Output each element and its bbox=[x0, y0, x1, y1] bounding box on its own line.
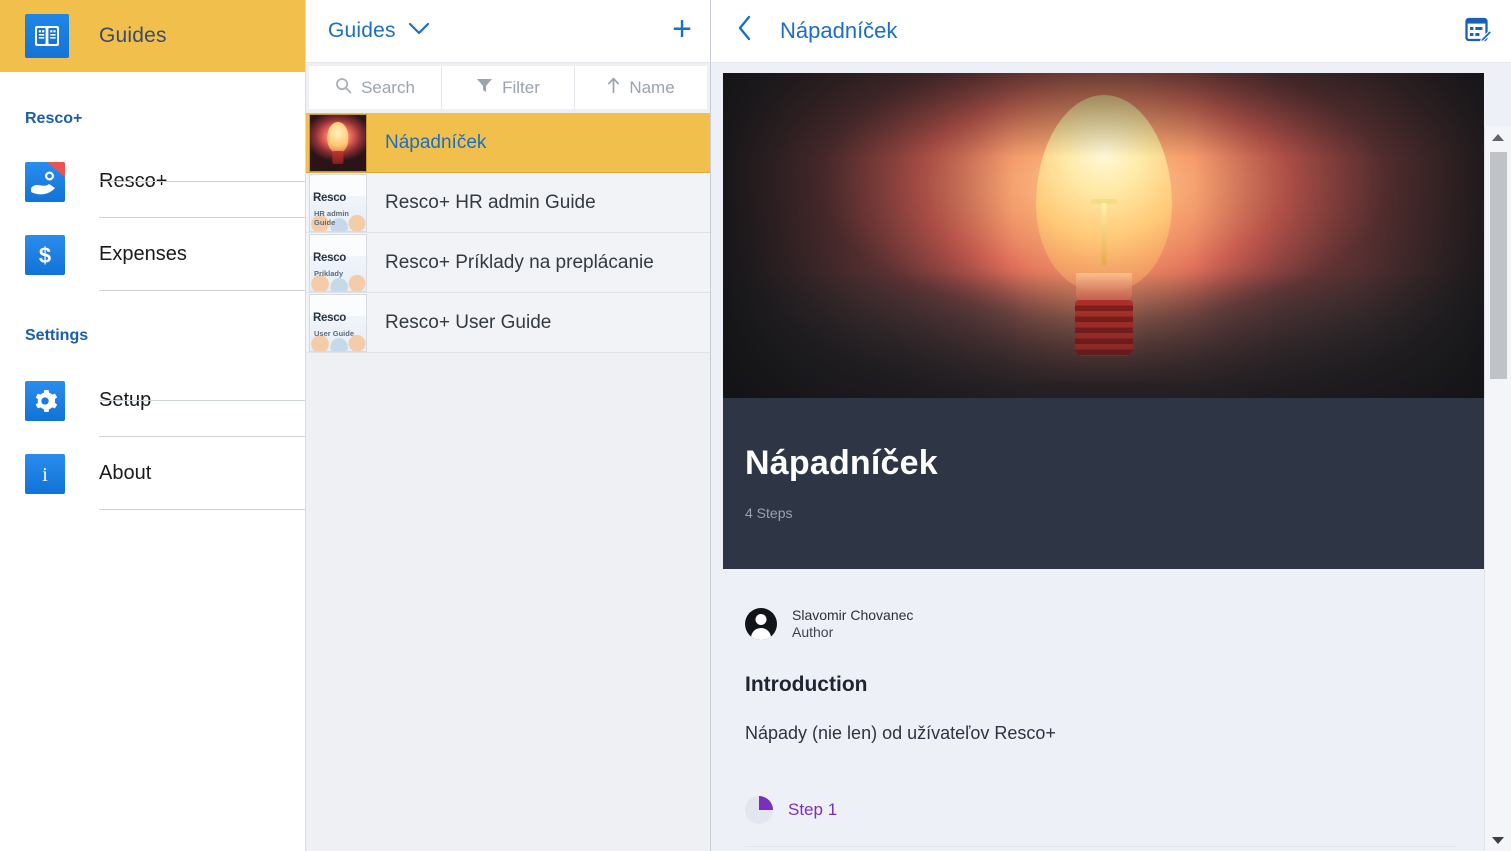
sidebar: Guides Resco+ Resco+ $ Expenses Settings… bbox=[0, 0, 306, 851]
list-item[interactable]: Resco Príklady Resco+ Príklady na preplá… bbox=[306, 233, 710, 293]
sidebar-item-about[interactable]: i About bbox=[0, 437, 305, 510]
search-label: Search bbox=[361, 77, 415, 97]
gear-icon bbox=[25, 380, 65, 421]
info-icon: i bbox=[25, 453, 65, 494]
sidebar-item-label: About bbox=[99, 437, 305, 510]
quarter-pie-icon bbox=[745, 796, 773, 824]
list-item[interactable]: Resco User Guide Resco+ User Guide bbox=[306, 293, 710, 353]
thumbnail-art: Resco HR admin Guide bbox=[310, 174, 366, 231]
sidebar-item-setup[interactable]: Setup bbox=[0, 364, 305, 437]
list-item[interactable]: Resco HR admin Guide Resco+ HR admin Gui… bbox=[306, 173, 710, 233]
sort-by-name-button[interactable]: Name bbox=[575, 66, 707, 109]
hero-vignette bbox=[723, 73, 1484, 398]
resco-thumbnail: Resco User Guide bbox=[309, 293, 367, 352]
user-avatar-icon bbox=[745, 608, 777, 640]
author-role: Author bbox=[792, 624, 834, 640]
bulb-glass bbox=[327, 122, 349, 153]
author-name: Slavomir Chovanec bbox=[792, 607, 914, 623]
edit-form-icon[interactable] bbox=[1463, 16, 1493, 46]
resco-thumbnail: Resco Príklady bbox=[309, 233, 367, 292]
sidebar-item-label: Expenses bbox=[99, 218, 305, 291]
bulb-base bbox=[332, 151, 344, 164]
avatar-head bbox=[755, 614, 767, 625]
svg-text:$: $ bbox=[39, 243, 51, 268]
filter-label: Filter bbox=[502, 77, 540, 97]
thumbnail-art: Resco User Guide bbox=[310, 294, 366, 351]
sort-ascending-icon bbox=[607, 77, 620, 99]
list-item-label: Resco+ User Guide bbox=[385, 311, 552, 333]
sidebar-item-resco-plus[interactable]: Resco+ bbox=[0, 145, 305, 218]
introduction-text: Nápady (nie len) od užívateľov Resco+ bbox=[745, 723, 1056, 743]
lightbulb-thumbnail bbox=[309, 113, 367, 172]
vertical-scrollbar[interactable] bbox=[1484, 126, 1511, 851]
guides-list: Nápadníček Resco HR admin Guide Resco+ H… bbox=[306, 113, 710, 851]
scrollbar-thumb[interactable] bbox=[1489, 152, 1507, 379]
add-guide-button[interactable]: + bbox=[672, 12, 692, 50]
detail-content: Nápadníček 4 Steps Slavomir Chovanec Aut… bbox=[711, 63, 1511, 847]
thumbnail-subtitle: HR admin Guide bbox=[314, 209, 350, 228]
avatar-body bbox=[751, 628, 771, 640]
list-toolbar: Search Filter Name bbox=[306, 63, 710, 113]
scrollbar-track[interactable] bbox=[1485, 148, 1511, 829]
thumbnail-subtitle: User Guide bbox=[314, 329, 355, 339]
book-icon bbox=[25, 14, 69, 58]
author-row: Slavomir Chovanec Author bbox=[745, 607, 1484, 641]
sidebar-item-expenses[interactable]: $ Expenses bbox=[0, 218, 305, 291]
triangle-up-icon bbox=[1492, 133, 1504, 141]
guide-title: Nápadníček bbox=[745, 444, 938, 482]
svg-text:i: i bbox=[42, 464, 48, 486]
sort-label: Name bbox=[629, 77, 675, 97]
guide-step-count: 4 Steps bbox=[745, 505, 793, 521]
step-list-item[interactable]: Step 1 bbox=[745, 796, 1457, 847]
sidebar-group-label-resco: Resco+ bbox=[25, 110, 83, 127]
list-item-label: Resco+ HR admin Guide bbox=[385, 191, 596, 213]
detail-title: Nápadníček bbox=[780, 18, 898, 43]
sidebar-header[interactable]: Guides bbox=[0, 0, 305, 72]
chevron-left-icon[interactable] bbox=[737, 15, 758, 48]
thumbnail-brand: Resco bbox=[313, 252, 347, 265]
triangle-down-icon bbox=[1492, 836, 1504, 844]
thumbnail-subtitle: Príklady bbox=[314, 269, 344, 279]
sidebar-group-label-settings: Settings bbox=[25, 327, 89, 344]
author-info: Slavomir Chovanec Author bbox=[792, 607, 913, 641]
list-item-label: Nápadníček bbox=[385, 131, 487, 153]
list-item[interactable]: Nápadníček bbox=[306, 113, 710, 173]
detail-header: Nápadníček bbox=[711, 0, 1511, 63]
resco-plus-icon bbox=[25, 161, 65, 202]
thumbnail-brand: Resco bbox=[313, 192, 347, 205]
search-icon bbox=[335, 77, 352, 99]
step-label: Step 1 bbox=[788, 800, 838, 819]
list-item-label: Resco+ Príklady na preplácanie bbox=[385, 251, 654, 273]
glowing-lightbulb-photo bbox=[723, 73, 1484, 398]
thumbnail-brand: Resco bbox=[313, 312, 347, 325]
divider bbox=[100, 400, 305, 401]
hero-title-band: Nápadníček 4 Steps bbox=[723, 398, 1484, 569]
app-window: Guides Resco+ Resco+ $ Expenses Settings… bbox=[0, 0, 1511, 851]
guide-detail-panel: Nápadníček Nápadníček 4 Steps Slavomir C… bbox=[711, 0, 1511, 851]
guide-content: Slavomir Chovanec Author Introduction Ná… bbox=[723, 569, 1484, 847]
list-view-title[interactable]: Guides bbox=[328, 19, 396, 43]
filter-button[interactable]: Filter bbox=[442, 66, 575, 109]
page-title: Guides bbox=[99, 24, 167, 47]
scroll-down-arrow[interactable] bbox=[1485, 829, 1511, 851]
search-input[interactable]: Search bbox=[309, 66, 442, 109]
thumbnail-art bbox=[310, 114, 366, 171]
pie-slice bbox=[759, 796, 773, 810]
thumbnail-art: Resco Príklady bbox=[310, 234, 366, 291]
guides-list-panel: Guides + Search Filter Name Nápadníček R… bbox=[306, 0, 711, 851]
dollar-icon: $ bbox=[25, 234, 65, 275]
list-header: Guides + bbox=[306, 0, 710, 63]
filter-icon bbox=[476, 78, 493, 98]
resco-thumbnail: Resco HR admin Guide bbox=[309, 173, 367, 232]
divider bbox=[100, 181, 305, 182]
scroll-up-arrow[interactable] bbox=[1485, 126, 1511, 148]
introduction-heading: Introduction bbox=[745, 673, 868, 696]
chevron-down-icon[interactable] bbox=[408, 22, 430, 40]
detail-body: Nápadníček 4 Steps Slavomir Chovanec Aut… bbox=[711, 63, 1511, 851]
